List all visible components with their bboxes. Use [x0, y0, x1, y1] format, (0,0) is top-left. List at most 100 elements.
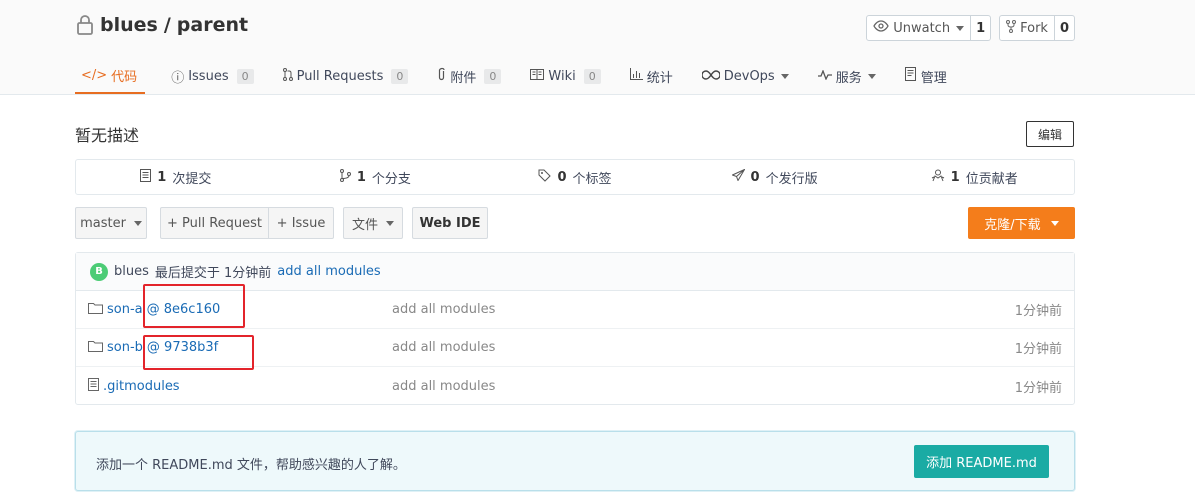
- file-icon: [88, 377, 99, 395]
- stat-label: 个标签: [572, 171, 612, 187]
- users-icon: [931, 169, 945, 186]
- readme-prompt: 添加一个 README.md 文件，帮助感兴趣的人了解。 添加 README.m…: [75, 431, 1075, 491]
- stat-branches[interactable]: 1 个分支: [276, 160, 476, 194]
- tab-count: 0: [583, 68, 601, 84]
- tab-devops[interactable]: DevOps: [696, 58, 802, 94]
- file-commit-message[interactable]: add all modules: [392, 340, 495, 355]
- file-commit-message[interactable]: add all modules: [392, 302, 495, 317]
- chevron-down-icon: [133, 220, 142, 226]
- new-pull-request-button[interactable]: + Pull Request: [160, 207, 269, 239]
- repo-header: blues / parent Unwatch 1 Fork 0 </> 代码 ⓘ…: [0, 0, 1195, 95]
- readme-prompt-text: 添加一个 README.md 文件，帮助感兴趣的人了解。: [96, 458, 406, 473]
- watch-button[interactable]: Unwatch 1: [866, 15, 992, 41]
- commit-time: 最后提交于 1分钟前: [154, 266, 272, 281]
- code-icon: </>: [81, 67, 108, 83]
- stat-commits[interactable]: 1 次提交: [76, 160, 276, 194]
- file-name[interactable]: .gitmodules: [88, 377, 180, 395]
- file-commit-message[interactable]: add all modules: [392, 379, 495, 394]
- fork-button[interactable]: Fork 0: [999, 15, 1075, 41]
- tab-label: 统计: [646, 70, 673, 86]
- tab-label: 附件: [450, 70, 477, 86]
- repo-toolbar: master + Pull Request + Issue 文件 Web IDE…: [75, 207, 1075, 239]
- tab-attachments[interactable]: 附件 0: [431, 58, 514, 94]
- repo-separator: /: [163, 14, 171, 36]
- tab-code[interactable]: </> 代码: [75, 58, 146, 94]
- pull-request-icon: [282, 67, 293, 85]
- file-name-text: son-b: [107, 340, 143, 355]
- file-time: 1分钟前: [1014, 342, 1062, 357]
- repo-description: 暂无描述: [75, 126, 140, 145]
- chevron-down-icon: [956, 25, 965, 31]
- fork-icon: [1006, 19, 1017, 37]
- stat-label: 个发行版: [765, 171, 818, 187]
- web-ide-button[interactable]: Web IDE: [412, 207, 488, 239]
- avatar[interactable]: B: [90, 262, 108, 281]
- chevron-down-icon: [386, 220, 394, 226]
- repo-title: blues / parent: [76, 14, 248, 36]
- file-name-text: .gitmodules: [103, 378, 180, 394]
- stat-tags[interactable]: 0 个标签: [475, 160, 675, 194]
- fork-count[interactable]: 0: [1055, 16, 1074, 40]
- file-time: 1分钟前: [1014, 380, 1062, 396]
- infinity-icon: [701, 69, 721, 84]
- tab-label: DevOps: [723, 68, 775, 84]
- add-readme-button[interactable]: 添加 README.md: [914, 445, 1049, 478]
- branch-icon: [339, 168, 351, 186]
- stat-number: 1: [356, 169, 366, 185]
- file-time: 1分钟前: [1014, 304, 1062, 319]
- commit-author[interactable]: blues: [114, 264, 149, 279]
- file-name-text: son-a: [107, 302, 143, 317]
- repo-tabs: </> 代码 ⓘ Issues 0 Pull Requests 0 附件 0 W…: [75, 58, 970, 95]
- document-settings-icon: [904, 67, 917, 85]
- chevron-down-icon: [780, 73, 789, 79]
- stat-releases[interactable]: 0 个发行版: [675, 160, 875, 194]
- stat-number: 0: [557, 169, 567, 185]
- tab-pull-requests[interactable]: Pull Requests 0: [277, 58, 422, 94]
- stat-number: 1: [157, 169, 167, 185]
- tab-label: Pull Requests: [296, 68, 384, 84]
- edit-button[interactable]: 编辑: [1026, 121, 1074, 147]
- tab-label: Wiki: [548, 68, 576, 84]
- branch-select[interactable]: master: [75, 207, 147, 239]
- file-list: B blues 最后提交于 1分钟前 add all modules son-a…: [75, 252, 1075, 405]
- tab-count: 0: [484, 68, 502, 84]
- repo-stats-bar: 1 次提交 1 个分支 0 个标签 0 个发行版 1 位贡献者: [75, 159, 1075, 195]
- branch-name: master: [80, 215, 126, 231]
- file-row[interactable]: .gitmodules add all modules 1分钟前: [76, 367, 1074, 405]
- highlight-box: [143, 284, 245, 328]
- tab-manage[interactable]: 管理: [899, 58, 960, 94]
- tab-label: 管理: [920, 70, 947, 86]
- stat-contributors[interactable]: 1 位贡献者: [874, 160, 1074, 194]
- clone-label: 克隆/下载: [984, 217, 1041, 233]
- tab-count: 0: [236, 68, 254, 84]
- stat-label: 次提交: [172, 171, 212, 187]
- chevron-down-icon: [867, 73, 876, 79]
- repo-name[interactable]: parent: [177, 14, 248, 36]
- repo-actions: Unwatch 1 Fork 0: [866, 15, 1075, 41]
- tab-wiki[interactable]: Wiki 0: [524, 58, 613, 94]
- tab-issues[interactable]: ⓘ Issues 0: [165, 58, 266, 94]
- pulse-icon: [817, 68, 832, 84]
- commit-message[interactable]: add all modules: [277, 264, 380, 279]
- file-label: 文件: [351, 217, 378, 233]
- tab-stats[interactable]: 统计: [624, 58, 686, 94]
- tab-label: 代码: [111, 69, 138, 85]
- tab-label: Issues: [188, 68, 229, 84]
- tab-label: 服务: [835, 70, 862, 86]
- tab-services[interactable]: 服务: [812, 58, 889, 94]
- folder-icon: [88, 340, 103, 356]
- book-icon: [530, 68, 545, 84]
- stat-label: 个分支: [371, 171, 411, 187]
- repo-owner[interactable]: blues: [100, 14, 158, 36]
- highlight-box: [143, 335, 254, 370]
- clone-download-button[interactable]: 克隆/下载: [968, 207, 1075, 239]
- file-dropdown[interactable]: 文件: [343, 207, 403, 239]
- watch-count[interactable]: 1: [971, 16, 990, 40]
- eye-icon: [873, 20, 889, 36]
- paper-plane-icon: [730, 168, 746, 185]
- watch-label: Unwatch: [893, 20, 951, 36]
- tag-icon: [538, 169, 552, 186]
- new-issue-button[interactable]: + Issue: [268, 207, 334, 239]
- lock-icon: [76, 14, 94, 36]
- chevron-down-icon: [1050, 220, 1059, 226]
